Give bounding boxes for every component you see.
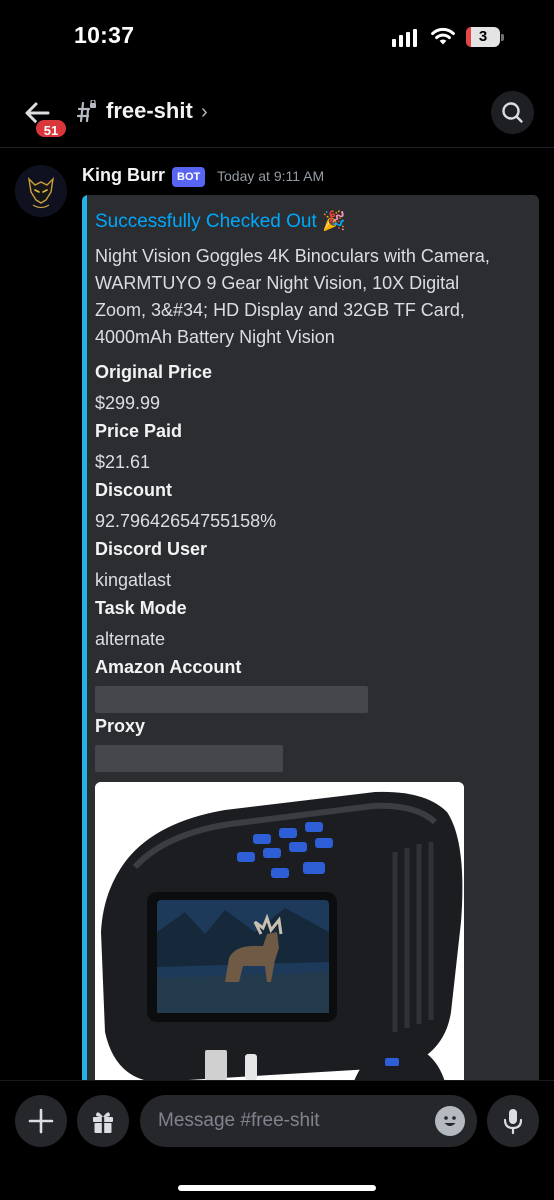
embed-product-image[interactable] [95, 782, 464, 1105]
gift-icon [93, 1112, 113, 1133]
message-timestamp: Today at 9:11 AM [217, 168, 325, 184]
search-button[interactable] [491, 91, 534, 134]
microphone-icon [503, 1109, 523, 1135]
unread-count-badge: 51 [34, 118, 68, 139]
message-placeholder: Message #free-shit [158, 1110, 320, 1131]
channel-header: free-shit › [0, 76, 554, 148]
status-time: 10:37 [74, 22, 135, 48]
plus-icon [28, 1108, 54, 1134]
field-name: Proxy [95, 716, 146, 736]
chevron-right-icon[interactable]: › [201, 101, 208, 124]
channel-name[interactable]: free-shit [106, 98, 193, 124]
battery-level: 3 [478, 28, 488, 45]
redacted-proxy [95, 745, 283, 772]
checkout-embed: Successfully Checked Out 🎉 Night Vision … [82, 195, 539, 1105]
field-value: alternate [95, 629, 166, 649]
field-value: 92.79642654755158% [95, 511, 277, 531]
signal-icon [392, 29, 418, 47]
redacted-amazon-account [95, 686, 368, 713]
field-value: $21.61 [95, 452, 151, 472]
field-name: Discount [95, 480, 173, 500]
message-input[interactable]: Message #free-shit [140, 1095, 477, 1147]
emoji-icon [444, 1116, 456, 1126]
field-name: Price Paid [95, 421, 183, 441]
home-indicator[interactable] [178, 1185, 376, 1191]
wifi-icon [431, 27, 455, 45]
bot-tag: BOT [172, 167, 206, 187]
field-name: Discord User [95, 539, 208, 559]
embed-description: Night Vision Goggles 4K Binoculars with … [95, 246, 490, 347]
field-name: Amazon Account [95, 657, 242, 677]
night-vision-binoculars-image [95, 782, 464, 1105]
avatar[interactable] [15, 165, 67, 217]
field-name: Task Mode [95, 598, 187, 618]
field-value: kingatlast [95, 570, 172, 590]
message-author[interactable]: King Burr [82, 165, 165, 186]
voice-message-button[interactable] [487, 1095, 539, 1147]
gift-button[interactable] [77, 1095, 129, 1147]
embed-title: Successfully Checked Out 🎉 [95, 211, 346, 232]
panther-logo-icon [15, 165, 67, 217]
embed-accent-bar [82, 195, 87, 1105]
field-value: $299.99 [95, 393, 161, 413]
locked-hash-icon [76, 100, 96, 123]
status-bar: 10:37 3 [0, 0, 554, 76]
message-composer: Message #free-shit [0, 1080, 554, 1200]
add-attachment-button[interactable] [15, 1095, 67, 1147]
field-name: Original Price [95, 362, 213, 382]
search-icon [502, 102, 523, 123]
emoji-button[interactable] [435, 1106, 465, 1136]
battery-icon: 3 [466, 27, 504, 47]
